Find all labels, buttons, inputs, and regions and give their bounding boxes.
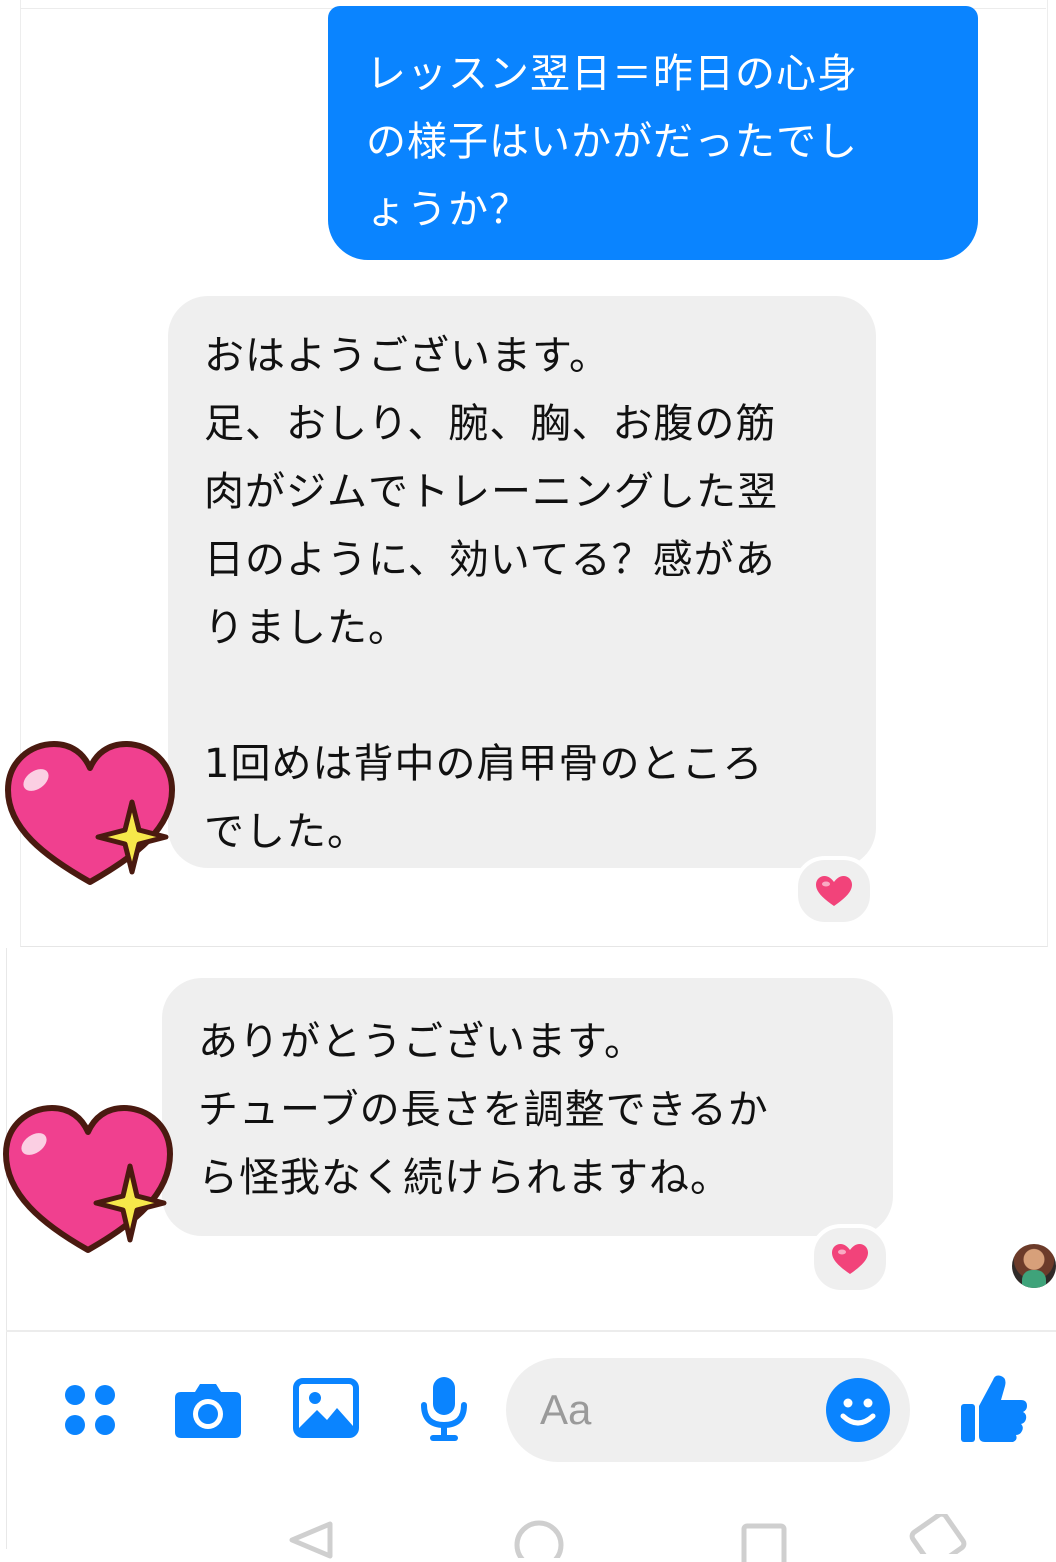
heart-reaction-badge[interactable]	[794, 856, 874, 926]
voice-button[interactable]	[412, 1370, 476, 1450]
like-button[interactable]	[956, 1368, 1032, 1448]
message-input-placeholder: Aa	[540, 1386, 592, 1433]
back-icon[interactable]	[286, 1520, 334, 1560]
heart-sparkle-sticker[interactable]	[0, 1100, 176, 1256]
heart-sparkle-sticker[interactable]	[2, 738, 178, 888]
apps-icon	[65, 1385, 115, 1435]
rotate-icon[interactable]	[904, 1514, 970, 1554]
composer-divider	[6, 1330, 1056, 1332]
message-bubble-incoming[interactable]: おはようございます。 足、おしり、腕、胸、お腹の筋 肉がジムでトレーニングした翌…	[168, 296, 876, 868]
thumbs-up-icon	[961, 1375, 1027, 1442]
message-bubble-outgoing[interactable]: レッスン翌日＝昨日の心身 の様子はいかがだったでし ょうか？	[328, 6, 978, 260]
heart-reaction-badge[interactable]	[810, 1224, 890, 1294]
message-bubble-incoming[interactable]: ありがとうございます。 チューブの長さを調整できるか ら怪我なく続けられますね。	[162, 978, 893, 1236]
seen-avatar	[1012, 1244, 1056, 1288]
home-icon[interactable]	[512, 1518, 566, 1558]
apps-button[interactable]	[56, 1376, 124, 1444]
heart-icon	[816, 876, 852, 906]
emoji-icon[interactable]	[824, 1376, 892, 1444]
recents-icon[interactable]	[740, 1522, 788, 1562]
camera-button[interactable]	[170, 1372, 246, 1448]
microphone-icon	[421, 1377, 467, 1441]
system-navigation-bar	[0, 1500, 1056, 1562]
camera-icon	[175, 1384, 241, 1438]
image-icon	[293, 1378, 359, 1438]
gallery-button[interactable]	[290, 1372, 362, 1444]
heart-icon	[832, 1244, 868, 1274]
